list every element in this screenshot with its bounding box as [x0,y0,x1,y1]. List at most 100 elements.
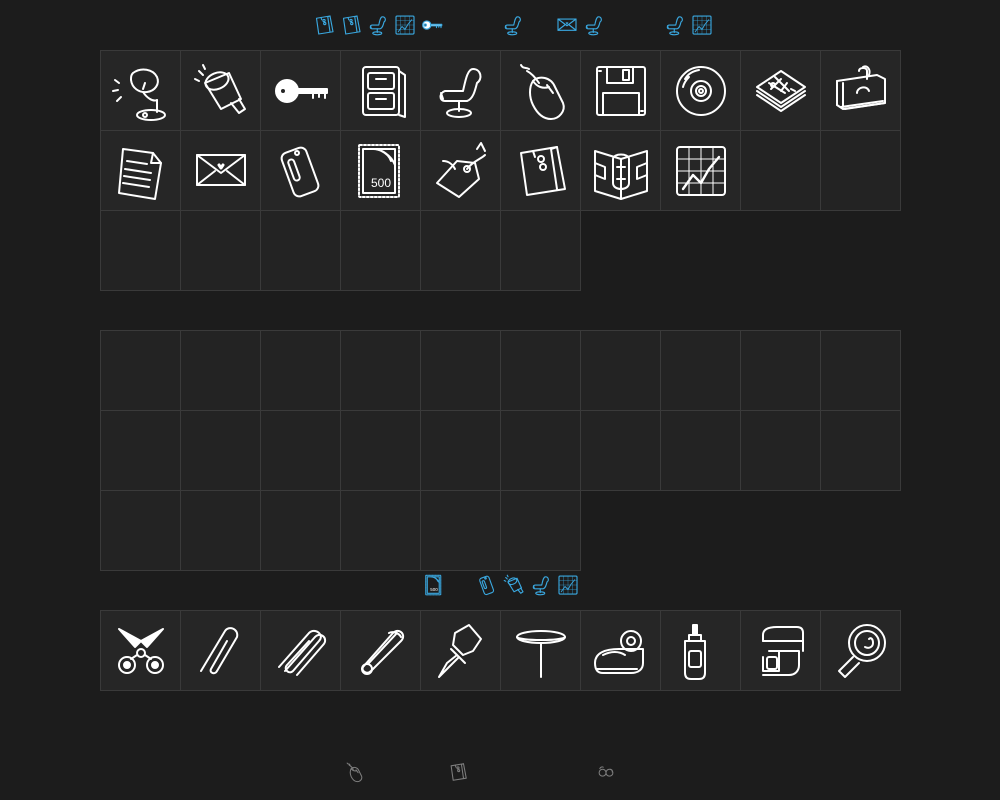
office-chair-icon [666,16,683,36]
inventory-slot[interactable] [181,51,261,131]
chart-icon [675,145,726,196]
empty-slot[interactable] [741,411,821,491]
postage-stamp-icon [357,143,400,198]
inventory-slot[interactable] [181,611,261,691]
inventory-slot[interactable] [501,611,581,691]
inventory-slot[interactable] [181,131,261,211]
stapler-icon [761,625,804,676]
empty-slot[interactable] [741,331,821,411]
office-chair-icon [504,16,521,36]
key-icon [422,20,443,30]
empty-slot[interactable] [821,411,901,491]
selected-item[interactable] [556,573,580,597]
double-paperclip-icon [277,629,326,676]
empty-slot[interactable] [341,491,421,571]
inventory-slot[interactable] [581,611,661,691]
empty-slot[interactable] [421,331,501,411]
supplies-grid [100,610,901,691]
selected-item[interactable] [555,13,579,37]
inventory-slot[interactable] [661,51,741,131]
selected-item[interactable] [529,573,553,597]
empty-slot[interactable] [581,411,661,491]
office-chair-icon [439,67,481,118]
envelope-icon [557,18,577,31]
selected-item[interactable] [663,13,687,37]
inventory-slot[interactable] [821,51,901,131]
empty-slot[interactable] [421,411,501,491]
inventory-slot[interactable] [341,131,421,211]
table-pin-icon [515,629,566,678]
empty-slot[interactable] [181,491,261,571]
empty-slot[interactable] [101,331,181,411]
selected-item[interactable] [312,13,336,37]
empty-slot[interactable] [581,331,661,411]
empty-slot[interactable] [261,211,341,291]
push-pin-icon [437,623,482,678]
drifting-item [447,761,469,783]
inventory-slot[interactable] [741,51,821,131]
inventory-slot[interactable] [101,51,181,131]
selected-item[interactable] [366,13,390,37]
empty-slot[interactable] [501,331,581,411]
chart-icon [558,575,578,595]
empty-slot[interactable] [181,411,261,491]
empty-slot[interactable] [101,491,181,571]
empty-slot[interactable] [341,411,421,491]
drifting-item [595,761,617,783]
empty-slot[interactable] [741,131,821,211]
inventory-slot[interactable] [581,131,661,211]
inventory-slot[interactable] [501,51,581,131]
inventory-slot[interactable] [421,51,501,131]
inventory-slot[interactable] [821,611,901,691]
empty-slot[interactable] [501,491,581,571]
selected-item[interactable] [475,573,499,597]
empty-slot[interactable] [501,411,581,491]
tape-dispenser-icon [593,629,644,674]
empty-slot[interactable] [821,131,901,211]
selected-item[interactable] [582,13,606,37]
inventory-grid-bottom [100,330,901,571]
empty-slot[interactable] [661,411,741,491]
inventory-slot[interactable] [101,131,181,211]
inventory-slot[interactable] [421,611,501,691]
empty-slot[interactable] [421,211,501,291]
inventory-slot[interactable] [261,611,341,691]
inventory-slot[interactable] [581,51,661,131]
selected-item[interactable] [420,13,444,37]
glue-bottle-icon [683,623,706,680]
empty-slot[interactable] [341,331,421,411]
empty-slot[interactable] [261,411,341,491]
document-icon [117,147,162,200]
key-icon [274,78,328,103]
empty-slot[interactable] [261,331,341,411]
usb-stick-icon [278,144,321,199]
inventory-grid-top [100,50,901,291]
empty-slot[interactable] [421,491,501,571]
empty-slot[interactable] [181,211,261,291]
inventory-slot[interactable] [261,131,341,211]
inventory-slot[interactable] [741,611,821,691]
selected-item[interactable] [501,13,525,37]
empty-slot[interactable] [821,331,901,411]
selected-item[interactable] [393,13,417,37]
empty-slot[interactable] [181,331,261,411]
empty-slot[interactable] [261,491,341,571]
inventory-slot[interactable] [341,51,421,131]
selected-item[interactable] [690,13,714,37]
selected-item[interactable] [339,13,363,37]
selected-item[interactable] [448,13,472,37]
empty-slot[interactable] [501,211,581,291]
selected-item[interactable] [422,573,446,597]
inventory-slot[interactable] [501,131,581,211]
empty-slot[interactable] [101,211,181,291]
inventory-slot[interactable] [421,131,501,211]
inventory-slot[interactable] [661,611,741,691]
selected-item[interactable] [502,573,526,597]
empty-slot[interactable] [661,331,741,411]
inventory-slot[interactable] [341,611,421,691]
empty-slot[interactable] [341,211,421,291]
inventory-slot[interactable] [101,611,181,691]
inventory-slot[interactable] [661,131,741,211]
inventory-slot[interactable] [261,51,341,131]
empty-slot[interactable] [101,411,181,491]
